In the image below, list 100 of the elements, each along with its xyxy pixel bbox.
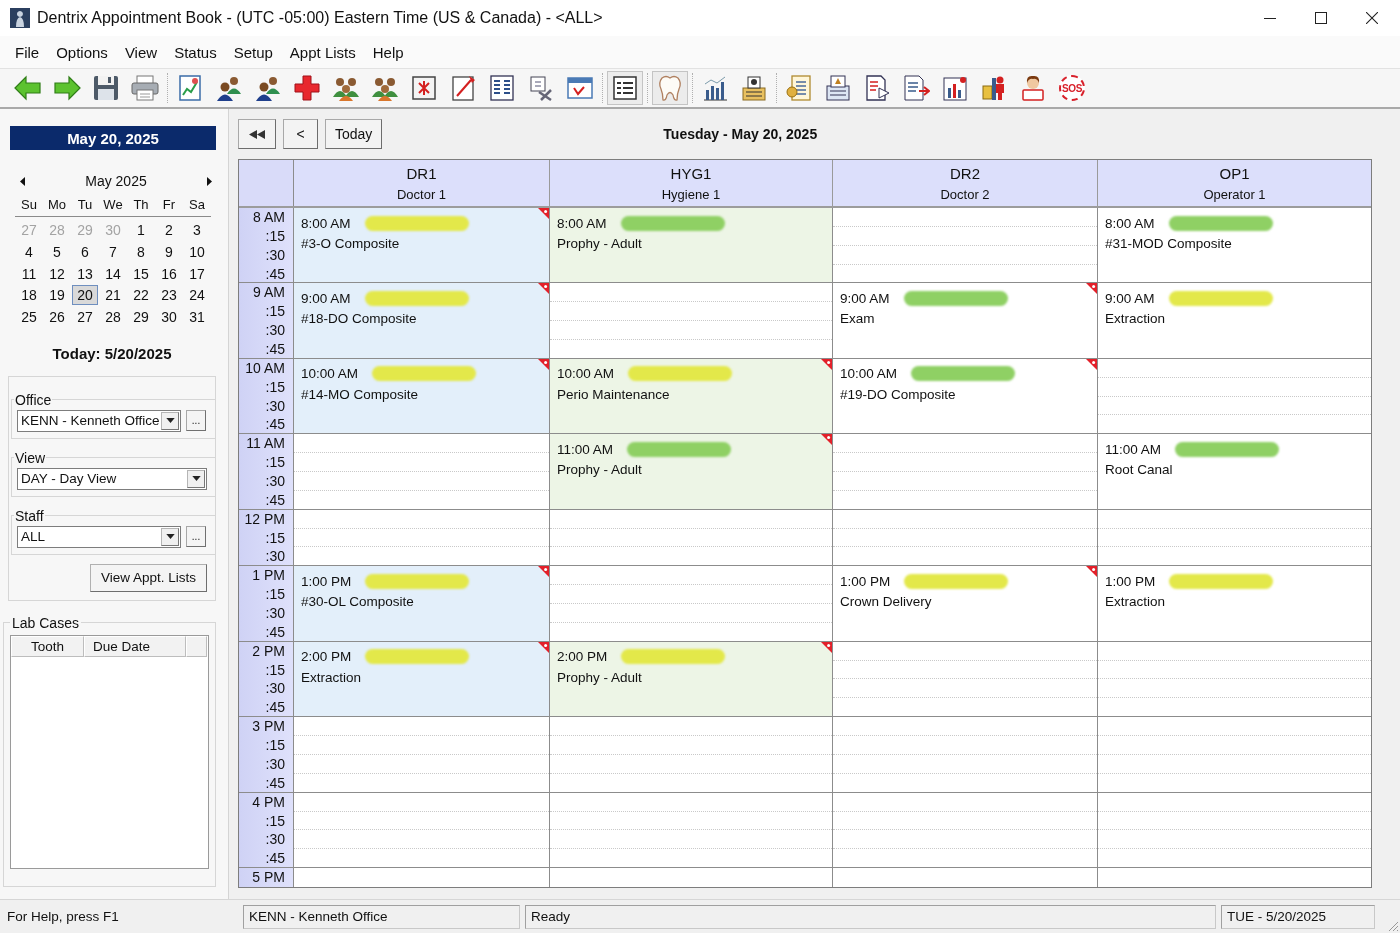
menu-item[interactable]: Appt Lists	[281, 40, 364, 64]
calendar-day[interactable]: 27	[72, 307, 98, 327]
column-header[interactable]: Tooth	[11, 636, 84, 657]
two-people-icon	[254, 74, 282, 102]
quarter-label: :30	[264, 754, 286, 774]
calendar-day[interactable]: 13	[72, 263, 98, 284]
hour-label: 1 PM	[251, 566, 286, 586]
office-dropdown[interactable]: KENN - Kenneth Office	[17, 410, 181, 432]
appointment-block[interactable]: 2:00 PM Prophy - Adult	[550, 641, 833, 717]
calendar-day[interactable]: 28	[100, 307, 126, 327]
column-header[interactable]: OP1 Operator 1	[1098, 160, 1371, 206]
appointment-time: 9:00 AM	[301, 290, 351, 306]
calendar-day[interactable]: 11	[16, 263, 42, 284]
calendar-day[interactable]: 21	[100, 285, 126, 306]
calendar-day[interactable]: 14	[100, 263, 126, 284]
calendar-day[interactable]: 26	[44, 307, 70, 327]
quarter-label: :45	[264, 415, 286, 434]
calendar-day[interactable]: 2	[156, 220, 182, 240]
status-panel: Ready	[525, 904, 1216, 929]
calendar-day[interactable]: 3	[184, 220, 210, 240]
calendar-day[interactable]: 6	[72, 241, 98, 262]
field-label: Staff	[14, 508, 45, 524]
menu-item[interactable]: Options	[48, 40, 116, 64]
appointment-procedure: Prophy - Adult	[557, 236, 642, 251]
more-button[interactable]: ...	[186, 410, 206, 432]
appointment-block[interactable]: 10:00 AM Perio Maintenance	[550, 358, 833, 434]
quarter-label: :45	[264, 622, 286, 641]
first-button[interactable]	[238, 119, 276, 149]
printer-icon	[131, 74, 159, 102]
next-month-button[interactable]	[205, 174, 214, 188]
more-button[interactable]: ...	[186, 526, 206, 548]
appointment-block[interactable]: 2:00 PM Extraction	[294, 641, 550, 717]
quarter-label: :15	[264, 453, 286, 473]
menu-item[interactable]: Help	[364, 40, 412, 64]
calendar-day[interactable]: 5	[44, 241, 70, 262]
quarter-label: :30	[264, 679, 286, 699]
appointment-block[interactable]: 10:00 AM #14-MO Composite	[294, 358, 550, 434]
calendar-day[interactable]: 8	[128, 241, 154, 262]
menu-item[interactable]: File	[7, 40, 48, 64]
left-triangle-icon	[20, 176, 25, 186]
calendar-day[interactable]: 10	[184, 241, 210, 262]
staff-dropdown[interactable]: ALL	[17, 526, 181, 548]
appointment-procedure: Extraction	[1105, 594, 1166, 610]
calendar-day[interactable]: 30	[156, 307, 182, 327]
appointment-time: 11:00 AM	[1105, 441, 1162, 457]
calendar-day[interactable]: 12	[44, 263, 70, 284]
calendar-day[interactable]: 7	[100, 241, 126, 262]
weekday-label: Th	[132, 197, 150, 214]
appointment-block[interactable]: 8:00 AM #3-O Composite	[294, 208, 550, 283]
quarter-label: :30	[264, 547, 286, 566]
column-header[interactable]: Due Date	[84, 636, 186, 657]
quarter-label: :15	[264, 226, 286, 246]
quarter-label: :30	[264, 472, 286, 491]
nav-button[interactable]: Today	[325, 119, 383, 149]
calendar-day[interactable]: 23	[156, 285, 182, 306]
right-arrow-icon	[53, 74, 81, 102]
calendar-day[interactable]: 24	[184, 285, 210, 306]
calendar-day[interactable]: 29	[128, 307, 154, 327]
weekday-label: Fr	[161, 197, 177, 214]
appointment-procedure: #3-O Composite	[301, 236, 400, 251]
hour-label: 8 AM	[252, 208, 286, 227]
menu-item[interactable]: Status	[166, 40, 225, 64]
calendar-day[interactable]: 4	[16, 241, 42, 262]
column-name: Operator 1	[1203, 186, 1266, 202]
column-code: HYG1	[670, 164, 712, 182]
calendar-day[interactable]: 15	[128, 263, 154, 284]
quarter-label: :15	[264, 736, 286, 755]
calendar-day[interactable]: 17	[184, 263, 210, 284]
nav-button[interactable]: <	[283, 119, 318, 149]
calendar-day[interactable]: 25	[16, 307, 42, 327]
calendar-day[interactable]: 31	[184, 307, 210, 327]
view-dropdown[interactable]: DAY - Day View	[17, 468, 207, 490]
menu-item[interactable]: Setup	[225, 40, 281, 64]
window-title: Dentrix Appointment Book - (UTC -05:00) Eastern Time (US & Canada) - <ALL>	[37, 9, 603, 27]
appointment-block[interactable]: 11:00 AM Prophy - Adult	[550, 434, 833, 509]
calendar-day[interactable]: 22	[128, 285, 154, 306]
appointment-block[interactable]: 9:00 AM #18-DO Composite	[294, 283, 550, 358]
calendar-day[interactable]: 1	[128, 220, 154, 240]
column-header[interactable]: DR2 Doctor 2	[833, 160, 1098, 206]
appointment-block[interactable]: 1:00 PM #30-OL Composite	[294, 566, 550, 641]
column-header[interactable]: DR1 Doctor 1	[294, 160, 550, 206]
view-lists-button[interactable]: View Appt. Lists	[90, 564, 207, 592]
group-title: Lab Cases	[11, 615, 80, 631]
appointment-time: 2:00 PM	[301, 649, 352, 665]
selected-date-header: May 20, 2025	[10, 126, 216, 150]
previous-month-button[interactable]	[18, 174, 27, 188]
appointment-time: 11:00 AM	[557, 441, 614, 457]
caret-icon	[161, 528, 179, 546]
calendar-day[interactable]: 20	[72, 285, 98, 306]
menu-item[interactable]: View	[116, 40, 166, 64]
minimize-icon	[1263, 17, 1276, 19]
calendar-day[interactable]: 9	[156, 241, 182, 262]
quarter-label: :15	[264, 811, 286, 831]
calendar-day[interactable]: 19	[44, 285, 70, 306]
calendar-day[interactable]: 16	[156, 263, 182, 284]
calendar-day[interactable]: 18	[16, 285, 42, 306]
column-code: DR2	[950, 164, 980, 182]
toolbar-button[interactable]	[607, 71, 643, 105]
column-header[interactable]: HYG1 Hygiene 1	[550, 160, 833, 206]
appointment-block[interactable]: 8:00 AM Prophy - Adult	[550, 208, 833, 283]
